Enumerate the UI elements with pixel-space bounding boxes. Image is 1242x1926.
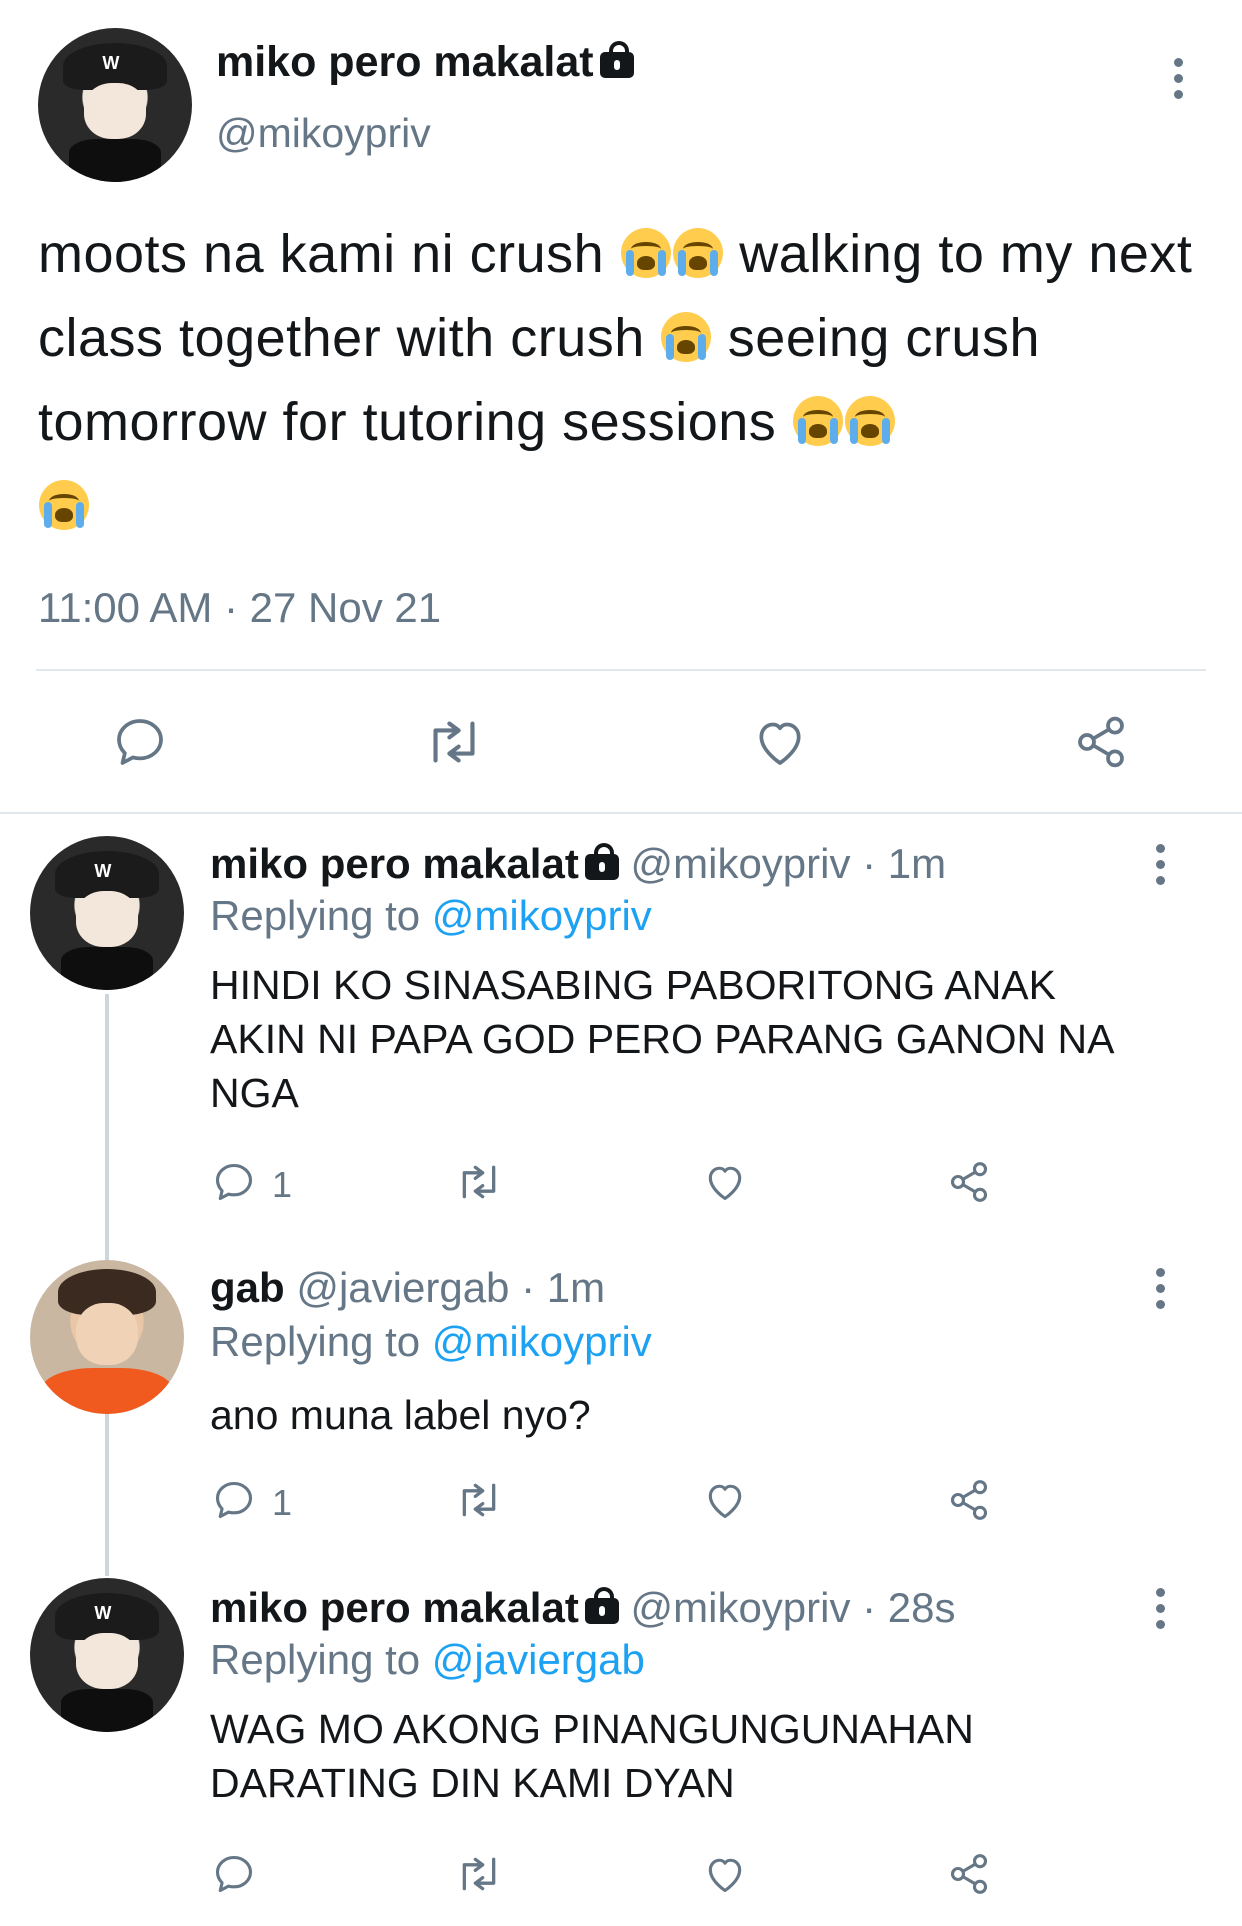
reply-icon[interactable] [112,714,168,770]
replying-label: Replying to [210,1636,421,1683]
like-icon[interactable] [751,714,809,770]
replying-label: Replying to [210,1318,421,1365]
lock-icon [599,40,634,78]
reply-time: · 1m [862,840,947,887]
share-icon[interactable] [946,1852,992,1896]
replying-to-link[interactable]: @javiergab [432,1636,645,1683]
replying-to: Replying to @javiergab [210,1636,645,1684]
reply-count: 1 [272,1164,293,1205]
loudly-crying-face-icon [792,396,843,446]
loudly-crying-face-icon [844,396,895,446]
more-options-icon[interactable] [1154,1588,1166,1629]
reply-time: · 28s [862,1584,956,1631]
like-icon[interactable] [702,1852,748,1896]
loudly-crying-face-icon [39,480,89,530]
replying-to: Replying to @mikoypriv [210,892,652,940]
replying-label: Replying to [210,892,421,939]
author-name[interactable]: miko pero makalat [210,840,579,887]
tweet-text: moots na kami ni crush walking to my nex… [38,212,1198,548]
reply-text: WAG MO AKONG PINANGUNGUNAHAN DARATING DI… [210,1706,974,1806]
reply-icon[interactable] [212,1478,256,1522]
avatar[interactable] [38,28,192,182]
retweet-icon[interactable] [455,1478,503,1522]
retweet-icon[interactable] [455,1852,503,1896]
author-name-row[interactable]: miko pero makalat [216,38,634,87]
share-icon[interactable] [1072,714,1130,770]
share-icon[interactable] [946,1478,992,1522]
retweet-icon[interactable] [424,714,484,770]
author-name[interactable]: miko pero makalat [216,38,594,86]
reply-text: HINDI KO SINASABING PABORITONG ANAK AKIN… [210,962,1113,1116]
reply-icon[interactable] [212,1852,256,1896]
more-options-icon[interactable] [1154,844,1166,885]
loudly-crying-face-icon [620,228,671,278]
avatar[interactable] [30,1260,184,1414]
retweet-icon[interactable] [455,1160,503,1204]
reply-header: gab @javiergab · 1m [210,1264,605,1312]
tweet-text-part: moots na kami ni crush [38,224,605,284]
replying-to-link[interactable]: @mikoypriv [432,892,652,939]
reply-header: miko pero makalat @mikoypriv · 28s [210,1584,956,1632]
reply-count: 1 [272,1482,293,1523]
like-icon[interactable] [702,1478,748,1522]
author-name[interactable]: miko pero makalat [210,1584,579,1631]
loudly-crying-face-icon [672,228,723,278]
divider [0,812,1242,814]
like-icon[interactable] [702,1160,748,1204]
avatar[interactable] [30,1578,184,1732]
lock-icon [584,842,619,880]
author-handle[interactable]: @mikoypriv [216,110,431,157]
divider [36,669,1206,671]
replying-to-link[interactable]: @mikoypriv [432,1318,652,1365]
loudly-crying-face-icon [661,312,712,362]
reply-text: ano muna label nyo? [210,1392,591,1438]
share-icon[interactable] [946,1160,992,1204]
reply-header: miko pero makalat @mikoypriv · 1m [210,840,946,888]
author-handle[interactable]: @mikoypriv [630,840,850,887]
reply-time: · 1m [521,1264,606,1311]
author-handle[interactable]: @mikoypriv [630,1584,850,1631]
replying-to: Replying to @mikoypriv [210,1318,652,1366]
more-options-icon[interactable] [1172,58,1184,99]
tweet-timestamp[interactable]: 11:00 AM · 27 Nov 21 [38,584,441,632]
author-name[interactable]: gab [210,1264,285,1311]
author-handle[interactable]: @javiergab [296,1264,509,1311]
more-options-icon[interactable] [1154,1268,1166,1309]
avatar[interactable] [30,836,184,990]
lock-icon [584,1586,619,1624]
reply-icon[interactable] [212,1160,256,1204]
